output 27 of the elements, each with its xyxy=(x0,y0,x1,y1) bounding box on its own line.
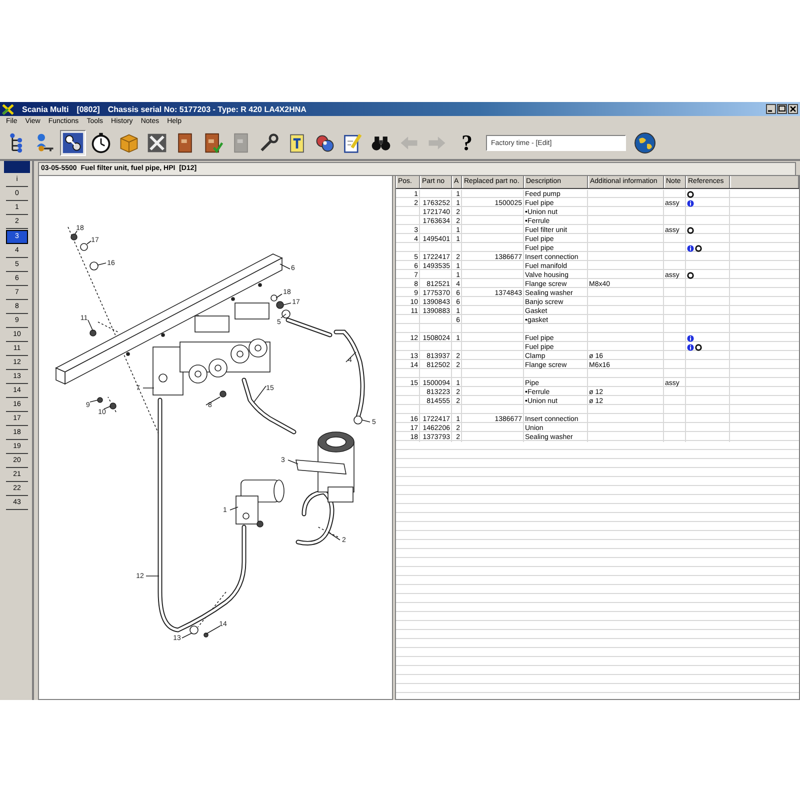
minimize-icon xyxy=(766,104,776,114)
info-icon[interactable] xyxy=(687,335,694,342)
vehicle-code: [0802] xyxy=(76,104,100,114)
ring-icon[interactable] xyxy=(687,227,694,234)
window-title: Chassis serial No: 5177203 - Type: R 420 LA4X2HNA xyxy=(108,104,306,114)
close-icon xyxy=(788,104,798,114)
diagram-button[interactable] xyxy=(60,130,86,156)
info-icon[interactable] xyxy=(687,245,694,252)
maximize-icon xyxy=(777,104,787,114)
diagram-icon xyxy=(62,132,84,154)
info-icon[interactable] xyxy=(687,200,694,207)
book-check-icon xyxy=(202,132,224,154)
tab-strip-header xyxy=(4,161,30,173)
box-icon xyxy=(118,132,140,154)
notepad-pencil-icon xyxy=(342,132,364,154)
person-key-icon xyxy=(34,132,56,154)
app-name: Scania Multi xyxy=(22,104,69,114)
ring-icon[interactable] xyxy=(695,245,702,252)
app-logo-icon xyxy=(2,104,14,114)
ring-icon[interactable] xyxy=(687,191,694,198)
wrench-icon xyxy=(258,132,280,154)
stopwatch-icon xyxy=(90,132,112,154)
info-icon[interactable] xyxy=(687,344,694,351)
ring-icon[interactable] xyxy=(695,344,702,351)
globe-icon[interactable] xyxy=(634,132,656,154)
help-button[interactable]: ? xyxy=(456,130,478,156)
ring-icon[interactable] xyxy=(687,272,694,279)
